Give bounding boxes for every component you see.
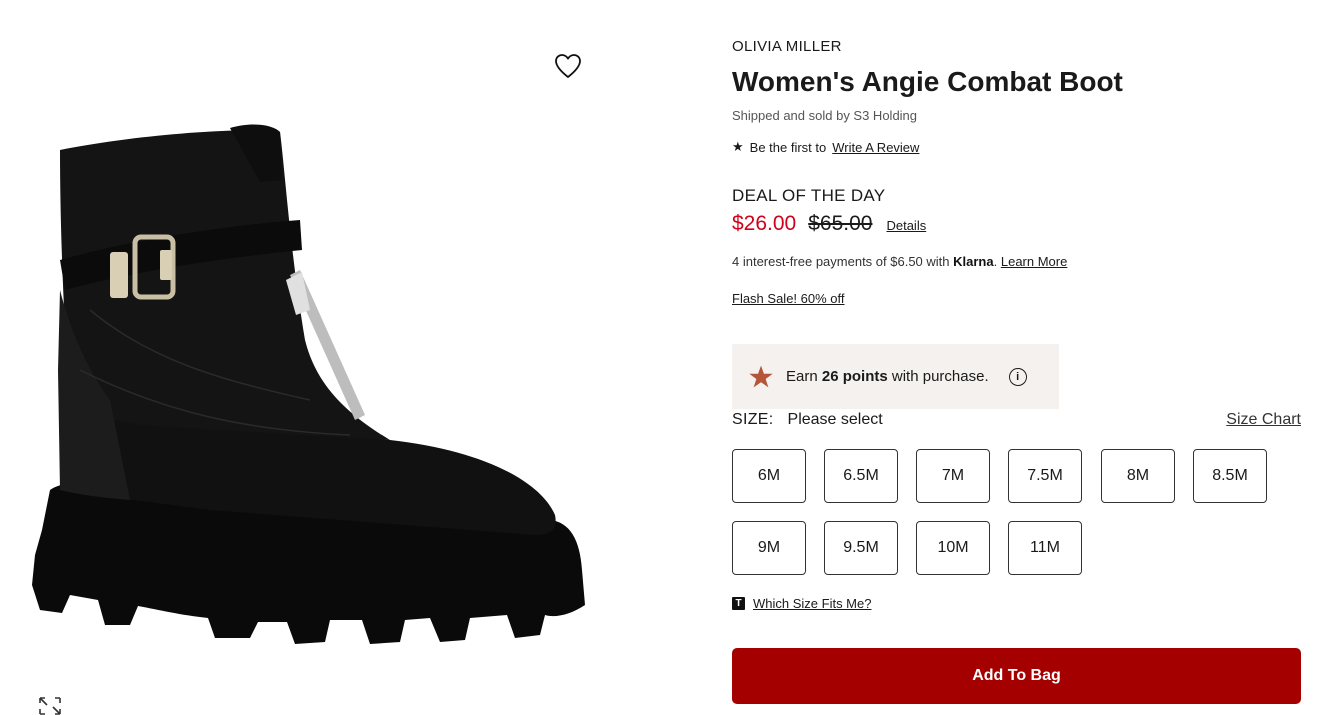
size-option-9m[interactable]: 9M (732, 521, 806, 575)
points-suffix: with purchase. (891, 368, 989, 385)
sale-price: $26.00 (732, 212, 797, 235)
deal-label: DEAL OF THE DAY (732, 186, 886, 205)
size-option-6m[interactable]: 6M (732, 449, 806, 503)
review-prefix: Be the first to (749, 139, 827, 155)
expand-icon[interactable] (36, 694, 64, 715)
klarna-learn-more-link[interactable]: Learn More (1001, 254, 1067, 269)
flash-sale-link[interactable]: Flash Sale! 60% off (732, 291, 845, 306)
size-option-10m[interactable]: 10M (916, 521, 990, 575)
size-chart-link[interactable]: Size Chart (1226, 411, 1301, 429)
t-logo-icon: T (732, 597, 745, 610)
wishlist-button[interactable] (551, 50, 585, 82)
size-selection: Please select (787, 411, 883, 428)
write-review-link[interactable]: Write A Review (832, 140, 919, 155)
info-icon[interactable]: i (1008, 367, 1027, 386)
size-option-6-5m[interactable]: 6.5M (824, 449, 898, 503)
brand-name[interactable]: OLIVIA MILLER (732, 38, 842, 55)
size-header: SIZE: Please select Size Chart (732, 411, 1301, 429)
price-row: $26.00 $65.00 Details (732, 212, 926, 236)
size-option-7-5m[interactable]: 7.5M (1008, 449, 1082, 503)
star-icon: ★ (732, 139, 744, 154)
original-price: $65.00 (808, 212, 873, 235)
klarna-period: . (993, 254, 998, 269)
product-image-area (0, 0, 700, 715)
klarna-row: 4 interest-free payments of $6.50 with K… (732, 254, 1067, 269)
details-link[interactable]: Details (886, 218, 926, 233)
size-option-9-5m[interactable]: 9.5M (824, 521, 898, 575)
points-amount: 26 points (821, 368, 888, 385)
size-fit-row: T Which Size Fits Me? (732, 596, 871, 611)
seller-info: Shipped and sold by S3 Holding (732, 108, 918, 123)
points-text: Earn 26 points with purchase. (786, 368, 989, 385)
heart-outline-icon (555, 54, 581, 78)
size-option-8m[interactable]: 8M (1101, 449, 1175, 503)
size-option-8-5m[interactable]: 8.5M (1193, 449, 1267, 503)
review-row: ★ Be the first to Write A Review (732, 139, 919, 155)
product-page: OLIVIA MILLER Women's Angie Combat Boot … (0, 0, 1325, 715)
rewards-points-banner: Earn 26 points with purchase. i (732, 344, 1059, 409)
size-label: SIZE: (732, 411, 774, 428)
product-title: Women's Angie Combat Boot (732, 66, 1123, 97)
add-to-bag-button[interactable]: Add To Bag (732, 648, 1301, 704)
klarna-logo: Klarna (953, 254, 994, 269)
size-option-11m[interactable]: 11M (1008, 521, 1082, 575)
size-option-7m[interactable]: 7M (916, 449, 990, 503)
which-size-fits-link[interactable]: Which Size Fits Me? (753, 596, 871, 611)
star-icon (749, 365, 773, 387)
points-prefix: Earn (786, 368, 818, 385)
product-image[interactable] (10, 110, 610, 715)
klarna-prefix: 4 interest-free payments of $6.50 with (732, 254, 950, 269)
